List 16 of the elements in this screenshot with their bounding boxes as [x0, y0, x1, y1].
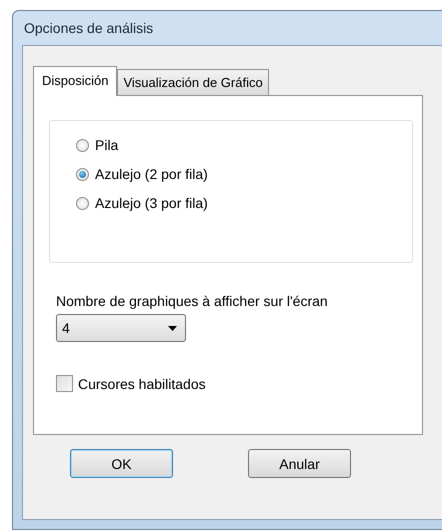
tab[interactable]: Disposición — [33, 66, 118, 96]
dropdown-arrow-icon — [168, 326, 177, 330]
chart-count-label: Nombre de graphiques à afficher sur l'écran — [56, 293, 329, 309]
radio-label: Pila — [95, 137, 118, 153]
cursors-checkbox[interactable] — [56, 375, 73, 392]
radio-label: Azulejo (3 por fila) — [95, 195, 208, 211]
chart-count-dropdown[interactable]: 4 — [56, 314, 186, 342]
radio-label: Azulejo (2 por fila) — [95, 166, 208, 182]
radio-button[interactable] — [76, 138, 89, 152]
radio-button[interactable] — [76, 168, 89, 180]
window-title: Opciones de análisis — [23, 20, 154, 36]
dialog-button[interactable]: Anular — [248, 449, 351, 478]
dialog-button[interactable]: OK — [70, 449, 173, 478]
radio-button[interactable] — [76, 196, 89, 210]
tab[interactable]: Visualización de Gráfico — [117, 69, 269, 95]
checkbox-label: Cursores habilitados — [78, 376, 206, 392]
